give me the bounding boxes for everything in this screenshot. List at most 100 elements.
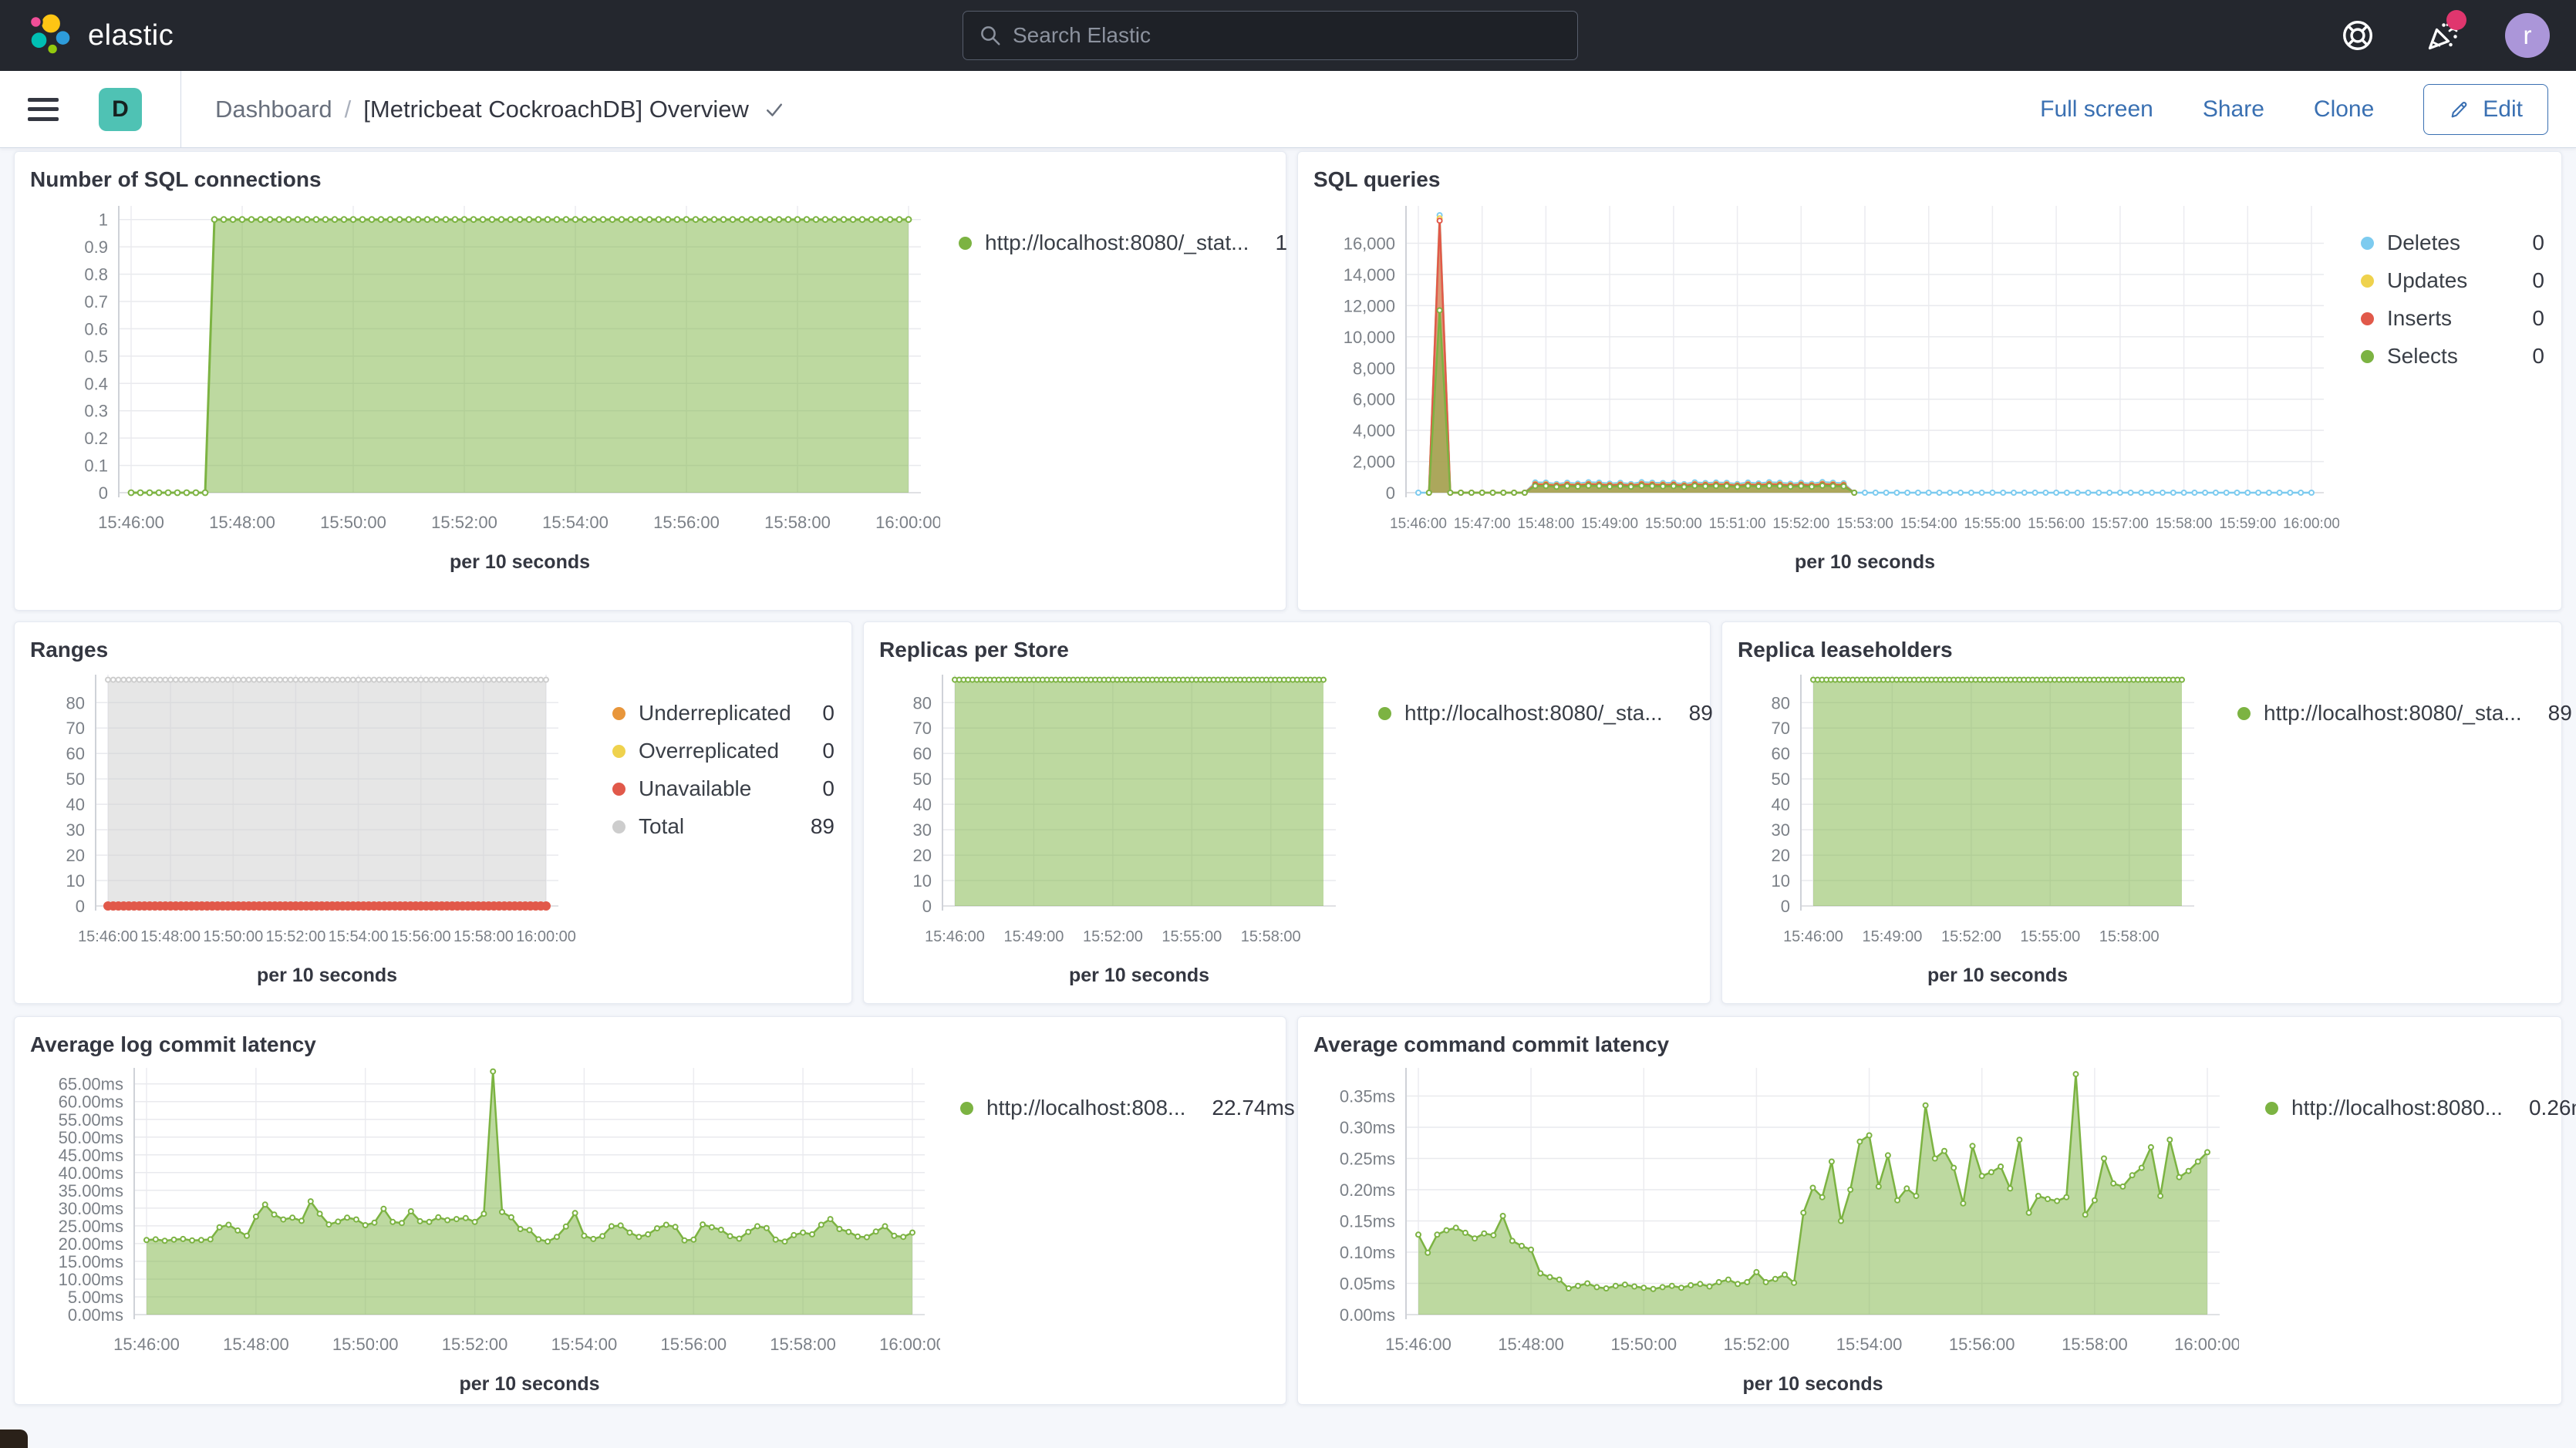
chart-log-commit-latency[interactable]: 0.00ms5.00ms10.00ms15.00ms20.00ms25.00ms… (30, 1060, 940, 1399)
legend-item[interactable]: Inserts0 (2361, 306, 2544, 331)
legend-item[interactable]: http://localhost:8080...0.26ms (2265, 1096, 2544, 1120)
legend-item[interactable]: http://localhost:8080/_sta...89 (2237, 701, 2544, 726)
svg-text:5.00ms: 5.00ms (68, 1288, 123, 1307)
svg-text:30: 30 (66, 820, 85, 840)
dashboard-grid: Number of SQL connections 00.10.20.30.40… (0, 148, 2576, 1448)
svg-text:0.8: 0.8 (84, 265, 108, 285)
legend-label: Updates (2387, 268, 2467, 293)
elastic-logo[interactable]: elastic (26, 12, 174, 59)
panel-title: Ranges (30, 638, 839, 662)
chart-canvas[interactable]: 0102030405060708015:46:0015:49:0015:52:0… (879, 665, 1350, 988)
breadcrumb-separator: / (345, 96, 352, 123)
legend-item[interactable]: Updates0 (2361, 268, 2544, 293)
svg-text:15:50:00: 15:50:00 (203, 928, 263, 945)
page-title[interactable]: [Metricbeat CockroachDB] Overview (363, 96, 749, 123)
svg-text:20.00ms: 20.00ms (59, 1234, 123, 1254)
chart-canvas[interactable]: 0.00ms0.05ms0.10ms0.15ms0.20ms0.25ms0.30… (1313, 1060, 2239, 1395)
chart-canvas[interactable]: 00.10.20.30.40.50.60.70.80.9115:46:0015:… (30, 195, 940, 585)
chart-legend: Deletes0Updates0Inserts0Selects0 (2342, 195, 2549, 369)
legend-dot-icon (960, 1102, 973, 1115)
legend-item[interactable]: Overreplicated0 (612, 739, 835, 763)
svg-text:15:50:00: 15:50:00 (332, 1335, 399, 1354)
full-screen-button[interactable]: Full screen (2040, 96, 2153, 123)
svg-text:per 10 seconds: per 10 seconds (459, 1373, 599, 1395)
svg-text:15:50:00: 15:50:00 (1610, 1335, 1677, 1354)
chart-legend: http://localhost:8080/_stat...1 (940, 195, 1273, 255)
legend-item[interactable]: Selects0 (2361, 344, 2544, 369)
svg-text:15:46:00: 15:46:00 (98, 513, 164, 532)
svg-text:16:00:00: 16:00:00 (2174, 1335, 2239, 1354)
svg-text:15:55:00: 15:55:00 (2020, 928, 2080, 945)
newsfeed-button[interactable] (2420, 13, 2465, 58)
user-avatar[interactable]: r (2505, 13, 2550, 58)
brand-wordmark: elastic (88, 19, 174, 52)
chart-sql-connections[interactable]: 00.10.20.30.40.50.60.70.80.9115:46:0015:… (30, 195, 940, 589)
svg-text:15:47:00: 15:47:00 (1454, 516, 1511, 532)
svg-text:4,000: 4,000 (1353, 421, 1395, 440)
legend-item[interactable]: http://localhost:8080/_sta...89 (1378, 701, 1693, 726)
svg-text:15:46:00: 15:46:00 (1390, 516, 1447, 532)
help-button[interactable] (2335, 13, 2380, 58)
space-badge[interactable]: D (99, 88, 142, 131)
svg-text:35.00ms: 35.00ms (59, 1181, 123, 1200)
global-search[interactable] (963, 11, 1578, 60)
legend-label: Deletes (2387, 231, 2460, 255)
svg-text:15:46:00: 15:46:00 (78, 928, 138, 945)
legend-value: 22.74ms (1185, 1096, 1294, 1120)
svg-text:15:49:00: 15:49:00 (1581, 516, 1638, 532)
svg-text:0: 0 (1781, 897, 1790, 916)
search-icon (979, 24, 1002, 47)
svg-text:15:57:00: 15:57:00 (2092, 516, 2149, 532)
svg-text:60.00ms: 60.00ms (59, 1093, 123, 1112)
legend-item[interactable]: Unavailable0 (612, 776, 835, 801)
chart-ranges[interactable]: 0102030405060708015:46:0015:48:0015:50:0… (30, 665, 578, 992)
svg-text:0.00ms: 0.00ms (68, 1305, 123, 1325)
menu-icon[interactable] (28, 98, 59, 121)
svg-text:16,000: 16,000 (1344, 234, 1395, 254)
chart-legend: http://localhost:8080...0.26ms (2247, 1060, 2549, 1120)
legend-item[interactable]: http://localhost:8080/_stat...1 (959, 231, 1269, 255)
chart-sql-queries[interactable]: 02,0004,0006,0008,00010,00012,00014,0001… (1313, 195, 2339, 589)
clone-button[interactable]: Clone (2314, 96, 2374, 123)
chart-canvas[interactable]: 02,0004,0006,0008,00010,00012,00014,0001… (1313, 195, 2339, 585)
chart-canvas[interactable]: 0102030405060708015:46:0015:49:0015:52:0… (1738, 665, 2208, 988)
breadcrumb-dashboard[interactable]: Dashboard (215, 96, 332, 123)
chart-canvas[interactable]: 0.00ms5.00ms10.00ms15.00ms20.00ms25.00ms… (30, 1060, 940, 1395)
legend-dot-icon (612, 707, 625, 720)
legend-value: 0 (2506, 344, 2544, 369)
svg-text:15:54:00: 15:54:00 (1836, 1335, 1903, 1354)
elastic-logo-icon (26, 12, 74, 59)
svg-text:20: 20 (1772, 846, 1790, 865)
chart-command-commit-latency[interactable]: 0.00ms0.05ms0.10ms0.15ms0.20ms0.25ms0.30… (1313, 1060, 2239, 1399)
svg-text:60: 60 (913, 744, 932, 763)
legend-item[interactable]: Underreplicated0 (612, 701, 835, 726)
legend-value: 0 (796, 701, 835, 726)
chart-legend: Underreplicated0 Overreplicated0 Unavailab… (594, 665, 839, 839)
check-icon[interactable] (763, 98, 786, 121)
share-button[interactable]: Share (2203, 96, 2264, 123)
legend-item[interactable]: Total89 (612, 814, 835, 839)
svg-text:15:48:00: 15:48:00 (209, 513, 275, 532)
app-header: elastic (0, 0, 2576, 71)
search-input[interactable] (1013, 23, 1562, 48)
chart-replica-leaseholders[interactable]: 0102030405060708015:46:0015:49:0015:52:0… (1738, 665, 2208, 992)
svg-text:30.00ms: 30.00ms (59, 1199, 123, 1218)
legend-dot-icon (612, 783, 625, 796)
legend-item[interactable]: http://localhost:808...22.74ms (960, 1096, 1269, 1120)
edit-button[interactable]: Edit (2423, 84, 2548, 135)
svg-text:0.6: 0.6 (84, 319, 108, 338)
chart-canvas[interactable]: 0102030405060708015:46:0015:48:0015:50:0… (30, 665, 578, 988)
dashboard-toolbar: D Dashboard / [Metricbeat CockroachDB] O… (0, 71, 2576, 148)
panel-replicas-per-store: Replicas per Store 0102030405060708015:4… (863, 621, 1711, 1004)
svg-text:10: 10 (913, 871, 932, 891)
svg-text:0.15ms: 0.15ms (1340, 1212, 1395, 1231)
legend-label: Total (639, 814, 684, 839)
svg-text:0.10ms: 0.10ms (1340, 1243, 1395, 1262)
legend-item[interactable]: Deletes0 (2361, 231, 2544, 255)
legend-label: http://localhost:8080/_sta... (2264, 701, 2522, 726)
legend-value: 1 (1249, 231, 1287, 255)
svg-text:80: 80 (66, 693, 85, 712)
pencil-icon (2449, 99, 2470, 120)
chart-replicas-per-store[interactable]: 0102030405060708015:46:0015:49:0015:52:0… (879, 665, 1350, 992)
svg-text:0.05ms: 0.05ms (1340, 1275, 1395, 1294)
